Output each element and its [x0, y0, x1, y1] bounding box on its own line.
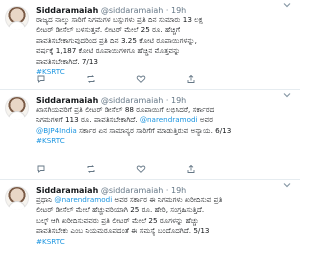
- timestamp[interactable]: 19h: [171, 96, 186, 105]
- retweet-icon[interactable]: [86, 164, 96, 174]
- tweet-feed: Siddaramaiah @siddaramaiah · 19h ರಾಜ್ಯದ …: [0, 0, 300, 272]
- timestamp[interactable]: 19h: [171, 186, 186, 195]
- mention-link[interactable]: @narendramodi: [54, 195, 112, 204]
- tweet-actions: [36, 74, 292, 84]
- tweet-text-line: ಪಾವತಿಸಬೇಕಾಗುವುದರಿಂದ ಪ್ರತಿ ದಿನ 3.25 ಕೋಟಿ …: [36, 35, 197, 45]
- separator-dot: ·: [165, 96, 169, 105]
- text-segment: ನಿಗಮಗಳಿಗೆ 113 ರೂ. ಪಾವತಿಸಬೇಕಾಗಿದೆ.: [36, 115, 140, 125]
- tweet-text-line: ಲೀಟರ್ ಡೀಸೆಲ್ ಮೇಲೆ ಹೆಚ್ಚುವರಿಯಾಗಿ 25 ರೂ. ಹ…: [36, 205, 292, 215]
- author-handle[interactable]: @siddaramaiah: [101, 186, 164, 195]
- tweet-text-line: @BJP4India ಸರ್ಕಾರ ಏನ ಸಾಮಾನ್ಯರ ಸಾರಿಗೆಗೆ ಮ…: [36, 126, 292, 136]
- share-icon[interactable]: [186, 74, 196, 84]
- reply-icon[interactable]: [36, 74, 46, 84]
- share-icon[interactable]: [186, 164, 196, 174]
- chevron-down-icon[interactable]: [280, 90, 294, 103]
- text-segment: ಬಲ್ಕ್ ಆಗಿ ಖರೀದಿಸುವವರು ಪ್ರತಿ ಲೀಟರ್ ಮೇಲೆ 2…: [36, 215, 199, 225]
- tweet-text-line: ಪ್ರಧಾನಿ @narendramodi ಅವರ ಸರ್ಕಾರ ಈ ನಿಗಮಗ…: [36, 195, 292, 205]
- text-segment: ಅವರ: [197, 115, 214, 125]
- retweet-icon[interactable]: [86, 74, 96, 84]
- tweet-text-line: ಪಾವತಿಸಬೇಕಾಗಿದೆ. 7/13: [36, 56, 98, 66]
- author-name[interactable]: Siddaramaiah: [36, 6, 98, 15]
- tweet-text: ಪ್ರಧಾನಿ @narendramodi ಅವರ ಸರ್ಕಾರ ಈ ನಿಗಮಗ…: [36, 195, 292, 247]
- tweet[interactable]: Siddaramaiah @siddaramaiah · 19h ಖಾಸಗಿಯವ…: [0, 90, 300, 180]
- tweet-text-line: ವರ್ಷಕ್ಕೆ 1,187 ಕೋಟಿ ರೂಪಾಯಿಗಳಿಗೂ ಹೆಚ್ಚಿನ …: [36, 46, 181, 56]
- tweet-text-line: ನಿಗಮಗಳಿಗೆ 113 ರೂ. ಪಾವತಿಸಬೇಕಾಗಿದೆ. @naren…: [36, 115, 292, 125]
- author-handle[interactable]: @siddaramaiah: [101, 6, 164, 15]
- tweet[interactable]: Siddaramaiah @siddaramaiah · 19h ಪ್ರಧಾನಿ…: [0, 180, 300, 272]
- author-name[interactable]: Siddaramaiah: [36, 96, 98, 105]
- mention-link[interactable]: @BJP4India: [36, 126, 77, 135]
- tweet[interactable]: Siddaramaiah @siddaramaiah · 19h ರಾಜ್ಯದ …: [0, 0, 300, 90]
- separator-dot: ·: [165, 186, 169, 195]
- avatar[interactable]: [5, 6, 29, 30]
- text-segment: ಲೀಟರ್ ಡೀಸೆಲ್ ಮೇಲೆ ಹೆಚ್ಚುವರಿಯಾಗಿ 25 ರೂ. ಹ…: [36, 205, 205, 215]
- separator-dot: ·: [165, 6, 169, 15]
- tweet-text-line: ಖಾಸಗಿಯವರಿಗೆ ಪ್ರತಿ ಲೀಟರ್ ಡೀಸೆಲ್ 88 ರೂಪಾಯಿ…: [36, 105, 292, 115]
- tweet-text-line: ಲೀಟರ್ ಡೀಸೆಲ್ ಬಳಸುತ್ತವೆ. ಲೀಟರ್ ಮೇಲೆ 25 ರೂ…: [36, 25, 181, 35]
- text-segment: ಖಾಸಗಿಯವರಿಗೆ ಪ್ರತಿ ಲೀಟರ್ ಡೀಸೆಲ್ 88 ರೂಪಾಯಿ…: [36, 105, 215, 114]
- tweet-text-line: ರಾಜ್ಯದ ನಾಲ್ಕು ಸಾರಿಗೆ ನಿಗಮಗಳ ಬಸ್ಸುಗಳು ಪ್ರ…: [36, 15, 203, 24]
- heart-icon[interactable]: [136, 164, 146, 174]
- chevron-down-icon[interactable]: [280, 180, 294, 193]
- tweet-text: ಖಾಸಗಿಯವರಿಗೆ ಪ್ರತಿ ಲೀಟರ್ ಡೀಸೆಲ್ 88 ರೂಪಾಯಿ…: [36, 105, 292, 147]
- author-name[interactable]: Siddaramaiah: [36, 186, 98, 195]
- hashtag-link[interactable]: #KSRTC: [36, 136, 292, 146]
- heart-icon[interactable]: [136, 74, 146, 84]
- text-segment: ಸರ್ಕಾರ ಏನ ಸಾಮಾನ್ಯರ ಸಾರಿಗೆಗೆ ಮಾಡುತ್ತಿರುವ …: [76, 125, 232, 135]
- mention-link[interactable]: @narendramodi: [140, 115, 198, 124]
- avatar[interactable]: [5, 186, 29, 210]
- author-handle[interactable]: @siddaramaiah: [101, 96, 164, 105]
- hashtag-link[interactable]: #KSRTC: [36, 237, 292, 247]
- avatar[interactable]: [5, 96, 29, 120]
- tweet-text-line: ಬಲ್ಕ್ ಆಗಿ ಖರೀದಿಸುವವರು ಪ್ರತಿ ಲೀಟರ್ ಮೇಲೆ 2…: [36, 216, 292, 226]
- text-segment: ಪಾವತಿಸಬೇಕು ಎಂಬ ನಿಯಮರೂಪದಂತೆ ಈ ಸಮಸ್ಯೆ ಬಂದೊ…: [36, 226, 210, 236]
- timestamp[interactable]: 19h: [171, 6, 186, 15]
- text-segment: ಅವರ ಸರ್ಕಾರ ಈ ನಿಗಮಗಳು ಖರೀದಿಸುವ ಪ್ರತಿ: [112, 195, 223, 204]
- tweet-text-line: ಪಾವತಿಸಬೇಕು ಎಂಬ ನಿಯಮರೂಪದಂತೆ ಈ ಸಮಸ್ಯೆ ಬಂದೊ…: [36, 226, 292, 236]
- reply-icon[interactable]: [36, 164, 46, 174]
- tweet-text: ರಾಜ್ಯದ ನಾಲ್ಕು ಸಾರಿಗೆ ನಿಗಮಗಳ ಬಸ್ಸುಗಳು ಪ್ರ…: [36, 15, 292, 77]
- chevron-down-icon[interactable]: [280, 0, 294, 13]
- text-segment: ಪ್ರಧಾನಿ: [36, 195, 55, 204]
- tweet-actions: [36, 164, 292, 174]
